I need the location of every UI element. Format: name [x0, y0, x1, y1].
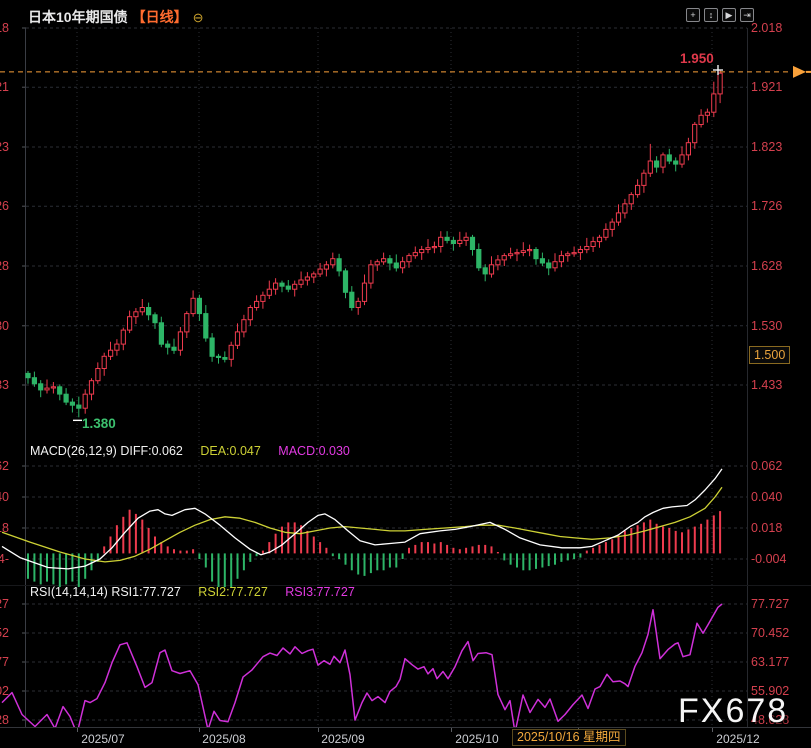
price-axis-label: 1.530 — [751, 318, 782, 334]
macd-dea-value: DEA:0.047 — [200, 444, 260, 458]
price-axis-label: 1.726 — [751, 198, 782, 214]
macd-axis-label: 0.018 — [751, 520, 782, 536]
low-price-label: 1.380 — [82, 416, 116, 431]
macd-axis-label: -0.004 — [751, 551, 786, 567]
x-axis-label: 2025/12 — [716, 732, 759, 746]
chart-title-row: 日本10年期国债【日线】 ⊖ — [28, 7, 203, 27]
crosshair-date-label: 2025/10/16 星期四 — [512, 729, 626, 746]
left-price-axis-label: 2.018 — [0, 20, 9, 36]
left-macd-axis-label: -0.004 — [0, 551, 9, 567]
left-macd-axis-label: 0.018 — [0, 520, 9, 536]
macd-panel-header: MACD(26,12,9) DIFF:0.062 DEA:0.047 MACD:… — [30, 444, 364, 458]
price-axis-label: 2.018 — [751, 20, 782, 36]
macd-axis-label: 0.062 — [751, 458, 782, 474]
x-axis-tick — [199, 728, 200, 732]
left-rsi-axis-label: 70.452 — [0, 625, 9, 641]
left-rsi-axis-label: 77.727 — [0, 596, 9, 612]
x-axis-tick — [318, 728, 319, 732]
period-label[interactable]: 【日线】 — [132, 9, 188, 25]
chart-plot-area[interactable] — [0, 0, 811, 748]
macd-macd-value: MACD:0.030 — [278, 444, 350, 458]
rsi-axis-label: 77.727 — [751, 596, 789, 612]
macd-indicator-name: MACD(26,12,9) — [30, 444, 117, 458]
rsi1-value: RSI1:77.727 — [111, 585, 181, 599]
left-price-axis-label: 1.921 — [0, 79, 9, 95]
rsi-panel-header: RSI(14,14,14) RSI1:77.727 RSI2:77.727 RS… — [30, 585, 369, 599]
left-price-axis-label: 1.433 — [0, 377, 9, 393]
chart-toolbar: + ↕ ▶ ⇥ — [686, 8, 754, 22]
left-macd-axis-label: 0.040 — [0, 489, 9, 505]
high-price-label: 1.950 — [680, 51, 714, 66]
left-rsi-axis-label: 63.177 — [0, 654, 9, 670]
instrument-title: 日本10年期国债 — [28, 9, 128, 25]
rsi-indicator-name: RSI(14,14,14) — [30, 585, 108, 599]
rsi3-value: RSI3:77.727 — [285, 585, 355, 599]
left-rsi-axis-label: 55.902 — [0, 683, 9, 699]
price-alert-axis-label[interactable]: 1.500 — [749, 346, 790, 364]
rsi-axis-label: 63.177 — [751, 654, 789, 670]
rsi2-value: RSI2:77.727 — [198, 585, 268, 599]
left-price-axis-label: 1.530 — [0, 318, 9, 334]
collapse-indicator-icon[interactable]: ⊖ — [193, 10, 204, 25]
x-axis-label: 2025/07 — [81, 732, 124, 746]
price-axis-label: 1.823 — [751, 139, 782, 155]
left-price-axis-label: 1.628 — [0, 258, 9, 274]
price-axis-label: 1.921 — [751, 79, 782, 95]
chart-window: 日本10年期国债【日线】 ⊖ + ↕ ▶ ⇥ 1.950 1.380 1.500 MAC… — [0, 0, 811, 748]
price-scale-icon[interactable]: ↕ — [704, 8, 718, 22]
left-price-axis-label: 1.823 — [0, 139, 9, 155]
auto-scale-icon[interactable]: ▶ — [722, 8, 736, 22]
fx678-watermark: FX678 — [678, 692, 788, 731]
rsi-axis-label: 70.452 — [751, 625, 789, 641]
x-axis-tick — [77, 728, 78, 732]
left-rsi-axis-label: 48.628 — [0, 712, 9, 728]
x-axis-label: 2025/10 — [455, 732, 498, 746]
left-price-axis-label: 1.726 — [0, 198, 9, 214]
x-axis-label: 2025/08 — [202, 732, 245, 746]
macd-diff-value: DIFF:0.062 — [120, 444, 183, 458]
left-macd-axis-label: 0.062 — [0, 458, 9, 474]
chart-canvas[interactable] — [0, 0, 811, 748]
price-axis-label: 1.433 — [751, 377, 782, 393]
x-axis-label: 2025/09 — [321, 732, 364, 746]
x-axis-tick — [451, 728, 452, 732]
price-axis-label: 1.628 — [751, 258, 782, 274]
pan-tool-icon[interactable]: + — [686, 8, 700, 22]
scroll-to-latest-icon[interactable]: ⇥ — [740, 8, 754, 22]
macd-axis-label: 0.040 — [751, 489, 782, 505]
